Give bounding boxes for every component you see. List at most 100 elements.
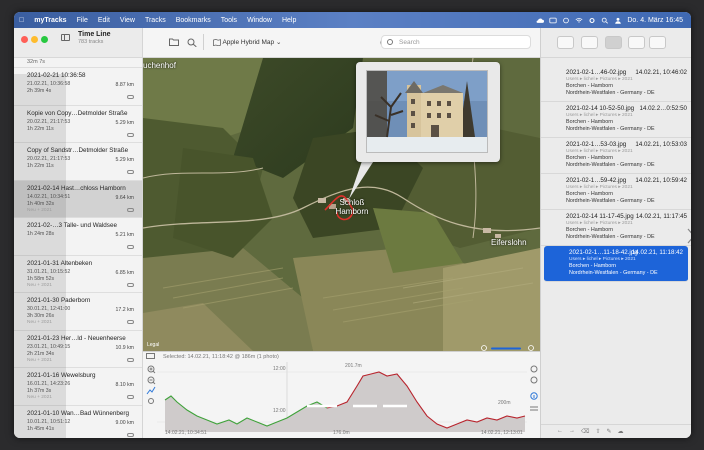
trash-icon[interactable]: ⌫ (581, 428, 589, 438)
panel-toggle-icon[interactable] (146, 353, 155, 359)
menu-view[interactable]: View (115, 17, 140, 24)
track-row[interactable]: 2021-01-10 Wan…Bad Wünnenberg 10.01.21, 1… (14, 406, 142, 439)
list-icon[interactable] (530, 406, 538, 411)
track-row[interactable]: Copy of Sandstr…Detmolder Straße 20.02.21… (14, 143, 142, 181)
track-duration-fragment: 32m 7s (14, 58, 142, 68)
user-icon[interactable] (614, 17, 622, 24)
photo-callout[interactable] (356, 62, 500, 162)
photo-region: Nordrhein-Westfalen - Germany - DE (566, 90, 655, 96)
track-name: Copy of Sandstr…Detmolder Straße (27, 147, 129, 154)
elevation-profile[interactable]: Selected: 14.02.21, 11:18:42 @ 186m (1 p… (143, 351, 540, 438)
elevation-start-time: 14.02.21, 10:34:51 (165, 430, 207, 436)
menu-app-name[interactable]: myTracks (29, 17, 71, 24)
menu-file[interactable]: File (72, 17, 93, 24)
bluetooth-icon[interactable] (549, 17, 557, 24)
photo-place: Borchen - Hamborn (569, 263, 617, 269)
castle-photo (367, 71, 487, 152)
search-field[interactable]: Search (381, 35, 531, 49)
menu-tracks[interactable]: Tracks (140, 17, 171, 24)
track-name: 2021-01-23 Her…ld - Neuenheerse (27, 334, 126, 342)
camera-tab-icon[interactable] (605, 36, 622, 49)
list-tab-icon[interactable] (581, 36, 598, 49)
photo-thumbnail[interactable] (366, 70, 488, 153)
info-tab-icon[interactable] (557, 36, 574, 49)
zoom-out-icon[interactable] (530, 376, 538, 384)
photo-time: 14.02.21, 11:17:45 (635, 213, 687, 220)
menu-bookmarks[interactable]: Bookmarks (171, 17, 216, 24)
map-zoom-slider[interactable] (480, 340, 536, 351)
minimize-window-button[interactable] (31, 36, 38, 43)
photo-row[interactable]: 2021-02-14 11-17-45.jpg Users ▸ lichel ▸ … (541, 210, 691, 246)
edit-icon[interactable]: ✎ (607, 428, 612, 438)
chevron-right-icon[interactable] (687, 228, 691, 244)
profile-graph-icon[interactable] (146, 386, 156, 395)
track-duration: 3h 30m 26s (27, 313, 55, 319)
track-distance: 6.85 km (115, 269, 134, 276)
track-name: Kopie von Copy…Detmolder Straße (27, 109, 128, 117)
track-row[interactable]: 2021-01-31 Altenbeken 31.01.21, 10:15:52 1… (14, 256, 142, 293)
menu-help[interactable]: Help (277, 17, 301, 24)
apple-icon[interactable]:  (14, 17, 29, 24)
zoom-out-icon[interactable] (147, 376, 156, 385)
photo-row[interactable]: 2021-02-14 10-52-50.jpg Users ▸ lichel ▸ … (541, 102, 691, 138)
track-collection: Neu + 2021 (27, 207, 52, 213)
share-icon[interactable]: ⇧ (595, 428, 600, 438)
track-row[interactable]: 2021-02-21 10:36:58 21.02.21, 10:36:58 2h … (14, 68, 142, 106)
info-icon[interactable] (530, 392, 538, 400)
track-name: 2021-01-31 Altenbeken (27, 259, 93, 267)
cloud-icon (127, 282, 134, 287)
track-row[interactable]: 2021-02-14 Hast…chloss Hamborn 14.02.21, … (14, 180, 142, 218)
photo-row[interactable]: 2021-02-1…46-02.jpg Users ▸ lichel ▸ Pict… (541, 66, 691, 102)
menubar-clock[interactable]: Do. 4. März 16:45 (627, 17, 683, 24)
track-duration: 1h 22m 11s (27, 125, 54, 132)
screen:  myTracks File Edit View Tracks Bookmar… (0, 0, 704, 450)
photo-region: Nordrhein-Westfalen - Germany - DE (566, 198, 655, 204)
menu-tools[interactable]: Tools (216, 17, 242, 24)
wifi-icon[interactable] (575, 17, 583, 24)
cloud-icon (127, 395, 134, 399)
map-view[interactable]: Legal uchenhof Schloß Hamborn Eiferslohn (143, 58, 540, 351)
sidebar-track-count: 783 tracks (78, 39, 104, 45)
track-sidebar: Time Line 783 tracks 32m 7s 2021-02-21 1… (14, 28, 143, 438)
back-arrow-icon[interactable]: ← (557, 428, 563, 438)
map-label-uchenhof: uchenhof (143, 61, 176, 70)
control-center-icon[interactable] (562, 17, 570, 24)
map-type-select[interactable]: Apple Hybrid Map ⌄ (213, 38, 281, 46)
search-icon[interactable] (601, 17, 609, 24)
menu-window[interactable]: Window (242, 17, 277, 24)
photo-time: 14.02.21, 10:59:42 (635, 177, 687, 184)
track-row[interactable]: 2021-01-16 Wewelsburg 16.01.21, 14:23:26 1… (14, 368, 142, 406)
elevation-chart: 12:00 12:00 201.7m 200m (157, 362, 527, 438)
map-legal-link[interactable]: Legal (147, 342, 159, 348)
track-row[interactable]: 2021-01-30 Paderborn 30.01.21, 12:41:00 3h… (14, 293, 142, 331)
track-row[interactable]: Kopie von Copy…Detmolder Straße 20.02.21,… (14, 106, 142, 143)
elevation-mid-distance: 176.0m (333, 430, 350, 436)
map-toolbar: Apple Hybrid Map ⌄ Search (143, 28, 540, 58)
menu-edit[interactable]: Edit (93, 17, 115, 24)
photo-region: Nordrhein-Westfalen - Germany - DE (566, 234, 655, 240)
zoom-in-icon[interactable] (147, 365, 156, 374)
track-name: 2021-01-16 Wewelsburg (27, 372, 96, 379)
cloud-icon[interactable] (536, 17, 545, 24)
zoom-window-button[interactable] (41, 36, 48, 43)
zoom-in-icon[interactable] (530, 365, 538, 373)
photos-tab-icon[interactable] (649, 36, 666, 49)
elevation-min-label: 200m (498, 400, 511, 406)
close-window-button[interactable] (21, 36, 28, 43)
track-row[interactable]: 2021-01-23 Her…ld - Neuenheerse 23.01.21,… (14, 331, 142, 368)
speed-gauge-icon[interactable] (148, 398, 154, 404)
folder-icon[interactable] (169, 38, 179, 46)
forward-arrow-icon[interactable]: → (569, 428, 575, 438)
photo-row[interactable]: 2021-02-1…59-42.jpg Users ▸ lichel ▸ Pict… (541, 174, 691, 210)
cloud-icon (127, 245, 134, 249)
track-row[interactable]: 2021-02-…3 Talle- und Waldsee 1h 24m 28s 5… (14, 218, 142, 256)
track-name: 2021-02-21 10:36:58 (27, 72, 86, 79)
sidebar-toggle-icon[interactable] (61, 34, 70, 41)
photo-row[interactable]: 2021-02-1…53-03.jpg Users ▸ lichel ▸ Pict… (541, 138, 691, 174)
flag-tab-icon[interactable] (628, 36, 645, 49)
cloud-icon[interactable]: ☁ (618, 428, 624, 438)
photo-row[interactable]: 2021-02-1…11-18-42.jpg Users ▸ lichel ▸ P… (544, 246, 688, 282)
gear-icon[interactable] (588, 17, 596, 24)
zoom-icon[interactable] (187, 38, 197, 47)
elevation-tools (146, 365, 156, 404)
